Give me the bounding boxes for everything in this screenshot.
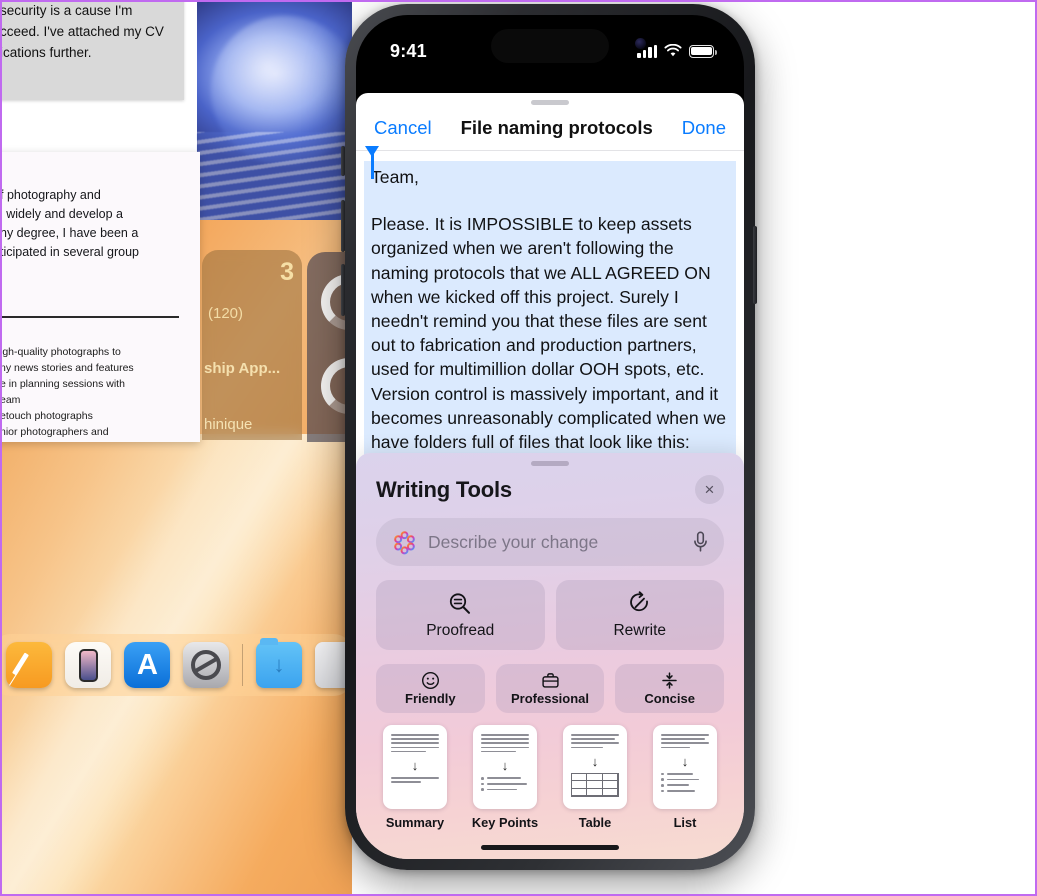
dock-item-iphone-mirroring[interactable] (65, 642, 111, 688)
mail-body[interactable]: Team, Please. It is IMPOSSIBLE to keep a… (356, 146, 744, 469)
doc-top-line: cceed. I've attached my CV (2, 24, 164, 39)
panel-title: Writing Tools (376, 476, 512, 502)
proofread-button[interactable]: Proofread (376, 580, 545, 650)
close-icon[interactable]: × (695, 475, 724, 504)
doc-list-item: ewspapers file management (2, 440, 192, 442)
page-title: File naming protocols (460, 116, 653, 138)
table-button[interactable]: ↓ Table (556, 725, 634, 830)
doc-line: ticipated in several group (2, 245, 139, 259)
format-actions-row: ↓ Summary ↓ Key Points ↓ Table ↓ List (376, 725, 724, 830)
summary-button[interactable]: ↓ Summary (376, 725, 454, 830)
dynamic-island (491, 29, 609, 63)
tone-actions-row: Friendly Professional Concise (376, 664, 725, 713)
doc-list-item: etouch photographs (2, 410, 93, 422)
professional-label: Professional (510, 691, 590, 706)
friendly-label: Friendly (405, 691, 456, 706)
wallpaper-blue-abstract (197, 2, 352, 242)
mail-paragraph: Please. It is IMPOSSIBLE to keep assets … (371, 214, 727, 453)
dock-item-notes[interactable] (6, 642, 52, 688)
concise-label: Concise (644, 691, 695, 706)
widget-title: ship App... (204, 360, 281, 377)
background-widget-card[interactable]: 3 (120) ship App... hinique (202, 250, 302, 440)
iphone-screen: 9:41 Cancel File naming protocols Done T… (356, 15, 744, 859)
smiley-face-icon (421, 671, 439, 690)
macos-dock[interactable]: A ↓ (2, 634, 352, 696)
front-camera-icon (635, 38, 646, 49)
panel-grabber-handle[interactable] (531, 461, 569, 466)
doc-line: ny degree, I have been a (2, 226, 139, 240)
writing-tools-header: Writing Tools × (376, 475, 724, 504)
rewrite-button[interactable]: Rewrite (555, 580, 724, 650)
doc-list-item: igh-quality photographs to (2, 346, 121, 358)
briefcase-icon (541, 673, 559, 688)
doc-list: igh-quality photographs to ny news stori… (2, 344, 192, 442)
phone-power-button[interactable] (753, 226, 757, 304)
key-points-button[interactable]: ↓ Key Points (466, 725, 544, 830)
apple-intelligence-icon (394, 530, 415, 554)
iphone-device: 9:41 Cancel File naming protocols Done T… (345, 4, 755, 870)
dock-item-downloads-folder[interactable]: ↓ (256, 638, 302, 688)
document-list-icon: ↓ (653, 725, 717, 809)
wifi-icon (664, 44, 682, 57)
selected-text-block[interactable]: Team, Please. It is IMPOSSIBLE to keep a… (364, 146, 736, 469)
selection-start-handle[interactable] (365, 146, 379, 179)
doc-list-item: ny news stories and features (2, 362, 134, 374)
doc-line: l widely and develop a (2, 207, 123, 221)
widget-count: (120) (208, 305, 244, 322)
rewrite-circular-arrow-icon (629, 590, 648, 611)
professional-button[interactable]: Professional (495, 664, 605, 713)
proofread-magnifier-icon (450, 592, 471, 614)
list-label: List (673, 815, 697, 830)
concise-button[interactable]: Concise (615, 664, 725, 713)
phone-silent-switch[interactable] (341, 146, 345, 176)
rewrite-label: Rewrite (613, 621, 667, 639)
doc-list-item: eam (2, 394, 21, 406)
microphone-icon[interactable] (693, 531, 708, 553)
battery-icon (689, 44, 717, 58)
input-placeholder: Describe your change (428, 531, 599, 552)
background-document-top[interactable]: security is a cause I'm cceed. I've atta… (2, 2, 184, 100)
download-arrow-icon: ↓ (273, 652, 285, 677)
doc-top-line: ications further. (2, 45, 92, 60)
macos-desktop: security is a cause I'm cceed. I've atta… (2, 2, 352, 894)
doc-list-item: nior photographers and (2, 426, 109, 438)
table-label: Table (578, 815, 612, 830)
doc-divider (2, 316, 179, 318)
status-indicators (637, 44, 717, 58)
doc-list-item: e in planning sessions with (2, 378, 125, 390)
compress-arrows-icon (662, 672, 677, 689)
primary-actions-row: Proofread Rewrite (376, 580, 724, 650)
phone-volume-down-button[interactable] (341, 264, 345, 316)
doc-line: f photography and (2, 188, 101, 202)
list-button[interactable]: ↓ List (646, 725, 724, 830)
phone-volume-up-button[interactable] (341, 200, 345, 252)
cancel-button[interactable]: Cancel (374, 117, 432, 139)
widget-name: hinique (204, 416, 253, 433)
dock-divider (242, 644, 243, 686)
navigation-bar: Cancel File naming protocols Done (356, 105, 744, 151)
dock-item-system-settings[interactable] (183, 642, 229, 688)
background-document-bottom[interactable]: f photography and l widely and develop a… (2, 152, 200, 442)
doc-paragraph: f photography and l widely and develop a… (2, 186, 192, 262)
key-points-label: Key Points (471, 815, 539, 830)
app-store-glyph: A (137, 648, 158, 681)
home-indicator[interactable] (481, 845, 619, 850)
document-table-icon: ↓ (563, 725, 627, 809)
document-key-points-icon: ↓ (473, 725, 537, 809)
friendly-button[interactable]: Friendly (376, 664, 485, 713)
document-summary-icon: ↓ (383, 725, 447, 809)
status-time: 9:41 (390, 40, 427, 61)
writing-tools-panel: Writing Tools × Describe your change Pro… (356, 453, 744, 859)
mail-greeting: Team, (371, 167, 419, 187)
proofread-label: Proofread (426, 621, 495, 639)
summary-label: Summary (385, 815, 445, 830)
describe-change-input[interactable]: Describe your change (376, 518, 724, 566)
doc-top-line: security is a cause I'm (2, 3, 133, 18)
done-button[interactable]: Done (682, 117, 726, 139)
widget-number: 3 (280, 258, 294, 286)
dock-item-app-store[interactable]: A (124, 642, 170, 688)
